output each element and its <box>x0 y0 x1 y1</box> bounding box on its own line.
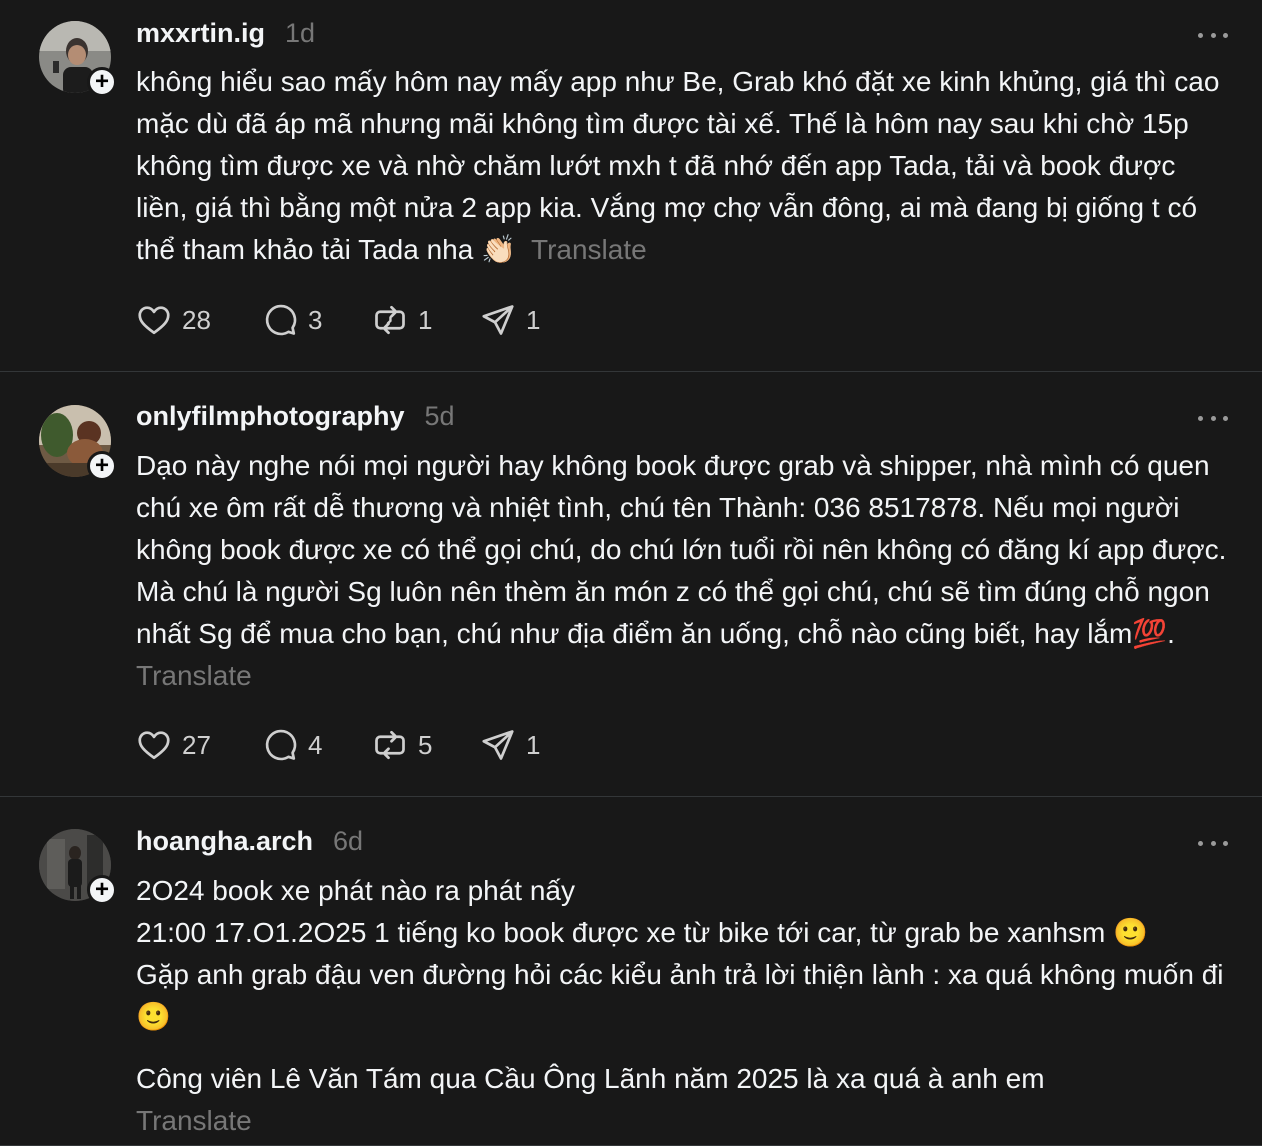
like-button[interactable]: 28 <box>136 302 262 338</box>
timestamp: 5d <box>424 401 455 431</box>
post-line: 2O24 book xe phát nào ra phát nấy <box>136 875 575 906</box>
post-header: onlyfilmphotography 5d <box>136 401 455 432</box>
action-bar: 27 4 5 1 <box>136 727 560 763</box>
heart-icon <box>138 731 170 760</box>
post-line: 21:00 17.O1.2O25 1 tiếng ko book được xe… <box>136 917 1148 948</box>
follow-button[interactable]: + <box>87 67 117 97</box>
reply-count: 3 <box>308 304 323 335</box>
username[interactable]: mxxrtin.ig <box>136 18 265 49</box>
share-button[interactable]: 1 <box>480 727 560 763</box>
username[interactable]: onlyfilmphotography <box>136 401 404 432</box>
post-line: Gặp anh grab đậu ven đường hỏi các kiểu … <box>136 959 1224 1032</box>
more-options-icon[interactable] <box>1198 30 1228 40</box>
post-header: hoangha.arch 6d <box>136 826 363 857</box>
translate-link[interactable]: Translate <box>136 1100 1231 1142</box>
timestamp: 6d <box>333 826 364 856</box>
follow-button[interactable]: + <box>87 875 117 905</box>
reply-button[interactable]: 3 <box>262 302 372 338</box>
avatar-container[interactable]: + <box>39 21 117 97</box>
translate-link[interactable]: Translate <box>531 234 647 265</box>
username[interactable]: hoangha.arch <box>136 826 313 857</box>
comment-icon <box>265 729 297 761</box>
repost-count: 1 <box>418 304 433 335</box>
repost-icon <box>375 305 405 335</box>
post-body: Dạo này nghe nói mọi người hay không boo… <box>136 450 1227 649</box>
post: + mxxrtin.ig 1d không hiểu sao mấy hôm n… <box>0 0 1262 372</box>
like-button[interactable]: 27 <box>136 727 262 763</box>
like-count: 27 <box>182 729 211 760</box>
comment-icon <box>265 304 297 336</box>
post: + hoangha.arch 6d 2O24 book xe phát nào … <box>0 797 1262 1146</box>
post-body: không hiểu sao mấy hôm nay mấy app như B… <box>136 66 1220 265</box>
avatar-container[interactable]: + <box>39 829 117 905</box>
repost-button[interactable]: 1 <box>372 302 480 338</box>
send-icon <box>482 730 514 760</box>
share-button[interactable]: 1 <box>480 302 560 338</box>
follow-button[interactable]: + <box>87 451 117 481</box>
post-line: Công viên Lê Văn Tám qua Cầu Ông Lãnh nă… <box>136 1063 1045 1094</box>
share-count: 1 <box>526 729 541 760</box>
more-options-icon[interactable] <box>1198 413 1228 423</box>
translate-link[interactable]: Translate <box>136 660 252 691</box>
post-header: mxxrtin.ig 1d <box>136 18 315 49</box>
reply-count: 4 <box>308 729 323 760</box>
avatar-container[interactable]: + <box>39 405 117 481</box>
post-text: 2O24 book xe phát nào ra phát nấy 21:00 … <box>136 870 1231 1142</box>
share-count: 1 <box>526 304 541 335</box>
send-icon <box>482 305 514 335</box>
repost-button[interactable]: 5 <box>372 727 480 763</box>
repost-count: 5 <box>418 729 433 760</box>
timestamp: 1d <box>285 18 316 48</box>
post-text: không hiểu sao mấy hôm nay mấy app như B… <box>136 61 1231 271</box>
post: + onlyfilmphotography 5d Dạo này nghe nó… <box>0 372 1262 797</box>
like-count: 28 <box>182 304 211 335</box>
post-text: Dạo này nghe nói mọi người hay không boo… <box>136 445 1231 697</box>
action-bar: 28 3 1 1 <box>136 302 560 338</box>
heart-icon <box>138 306 170 335</box>
repost-icon <box>375 730 405 760</box>
more-options-icon[interactable] <box>1198 838 1228 848</box>
reply-button[interactable]: 4 <box>262 727 372 763</box>
